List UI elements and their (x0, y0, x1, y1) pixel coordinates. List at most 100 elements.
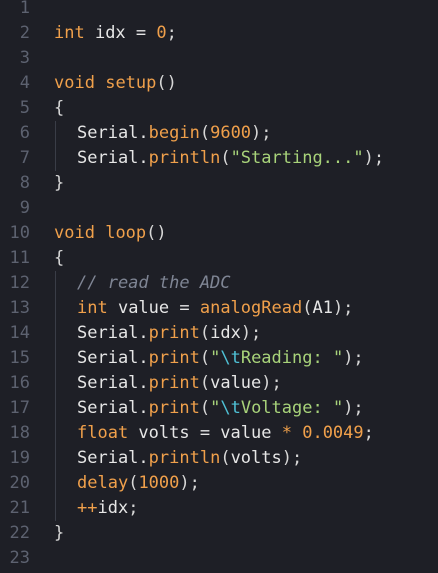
code-text: Serial.begin(9600); (77, 121, 272, 146)
code-line[interactable]: 2 int idx = 0; (0, 21, 438, 46)
code-token: value (210, 373, 262, 393)
line-number: 15 (9, 348, 30, 368)
code-token: println (148, 448, 221, 468)
code-token: Serial. (77, 323, 149, 343)
code-token: ( (199, 373, 211, 393)
code-text: ++idx; (77, 496, 138, 521)
line-number: 9 (19, 198, 30, 218)
code-line[interactable]: 10 void loop() (0, 221, 438, 246)
code-line[interactable]: 15 Serial.print("\tReading: "); (0, 346, 438, 371)
code-text: delay(1000); (77, 471, 200, 496)
code-token: " (210, 348, 221, 368)
line-number: 4 (19, 73, 30, 93)
code-token: ( (199, 123, 211, 143)
code-editor[interactable]: 1 2 int idx = 0; 3 4 void setup() 5{6 Serial.be… (0, 0, 438, 573)
code-line[interactable]: 6 Serial.begin(9600); (0, 121, 438, 146)
code-line[interactable]: 3 (0, 46, 438, 71)
code-line[interactable]: 14 Serial.print(idx); (0, 321, 438, 346)
line-number: 6 (19, 123, 30, 143)
code-token: ); (281, 448, 303, 468)
code-line[interactable]: 9 (0, 196, 438, 221)
line-number: 17 (9, 398, 30, 418)
code-text: Serial.print(idx); (77, 321, 261, 346)
code-text: Serial.println("Starting..."); (77, 146, 384, 171)
code-text: void loop() (54, 221, 167, 246)
code-token: ); (179, 473, 200, 493)
code-token: void (54, 223, 95, 243)
code-token: Serial. (77, 448, 149, 468)
code-line[interactable]: 11 { (0, 246, 438, 271)
code-token: // read the ADC (77, 273, 231, 293)
code-token: ; (128, 498, 139, 518)
code-token: ); (332, 298, 354, 318)
code-token: idx (210, 323, 241, 343)
code-token: void (54, 73, 95, 93)
code-token: int (77, 298, 108, 318)
line-number: 14 (9, 323, 30, 343)
code-token: ); (343, 398, 364, 418)
code-text: int idx = 0; (54, 21, 177, 46)
code-token: setup (105, 73, 157, 93)
code-token: delay (77, 473, 129, 493)
line-number: 19 (9, 448, 30, 468)
code-token: volts (230, 448, 282, 468)
code-token: begin (148, 123, 200, 143)
code-token: print (148, 373, 200, 393)
code-token: volts = value (128, 423, 282, 443)
code-token: Reading: " (240, 348, 344, 368)
code-line[interactable]: 4 void setup() (0, 71, 438, 96)
code-token: ( (199, 323, 211, 343)
code-line[interactable]: 22} (0, 521, 438, 546)
code-token: Serial. (77, 123, 149, 143)
code-token: ( (302, 298, 313, 318)
code-text: void setup() (54, 71, 177, 96)
line-number: 16 (9, 373, 30, 393)
line-number: 21 (9, 498, 30, 518)
code-token: int (54, 23, 85, 43)
code-token: { (54, 98, 65, 118)
line-number: 7 (19, 148, 30, 168)
code-line[interactable]: 5{ (0, 96, 438, 121)
code-token: { (54, 248, 65, 268)
code-token: value = (107, 298, 200, 318)
code-line[interactable]: 17 Serial.print("\tVoltage: "); (0, 396, 438, 421)
code-token: ( (220, 148, 231, 168)
code-text: // read the ADC (77, 271, 231, 296)
code-token: ; (166, 23, 177, 43)
code-line[interactable]: 12 // read the ADC (0, 271, 438, 296)
code-token: ( (128, 473, 139, 493)
line-number: 2 (19, 23, 30, 43)
code-token: ; (363, 423, 374, 443)
code-line[interactable]: 16 Serial.print(value); (0, 371, 438, 396)
code-token: ( (220, 448, 231, 468)
code-token: ); (261, 373, 282, 393)
code-line[interactable]: 18 float volts = value * 0.0049; (0, 421, 438, 446)
code-line[interactable]: 21 ++idx; (0, 496, 438, 521)
code-token: print (148, 398, 200, 418)
code-line[interactable]: 8} (0, 171, 438, 196)
code-token: ++ (77, 498, 98, 518)
code-line[interactable]: 7 Serial.println("Starting..."); (0, 146, 438, 171)
code-token: Serial. (77, 398, 149, 418)
code-token: ( (199, 398, 211, 418)
line-number: 20 (9, 473, 30, 493)
code-line[interactable]: 23 (0, 546, 438, 571)
line-number: 18 (9, 423, 30, 443)
code-line[interactable]: 19 Serial.println(volts); (0, 446, 438, 471)
code-token: Serial. (77, 348, 149, 368)
line-number: 3 (19, 48, 30, 68)
code-token: () (146, 223, 167, 243)
code-token: idx = (84, 23, 157, 43)
code-line[interactable]: 1 (0, 0, 438, 21)
code-token: ); (251, 123, 272, 143)
code-line[interactable]: 13 int value = analogRead(A1); (0, 296, 438, 321)
code-token: " (210, 398, 221, 418)
code-token: A1 (312, 298, 333, 318)
code-line[interactable]: 20 delay(1000); (0, 471, 438, 496)
line-number: 12 (9, 273, 30, 293)
line-number: 23 (9, 548, 30, 568)
code-token: } (54, 173, 65, 193)
line-number: 10 (9, 223, 30, 243)
